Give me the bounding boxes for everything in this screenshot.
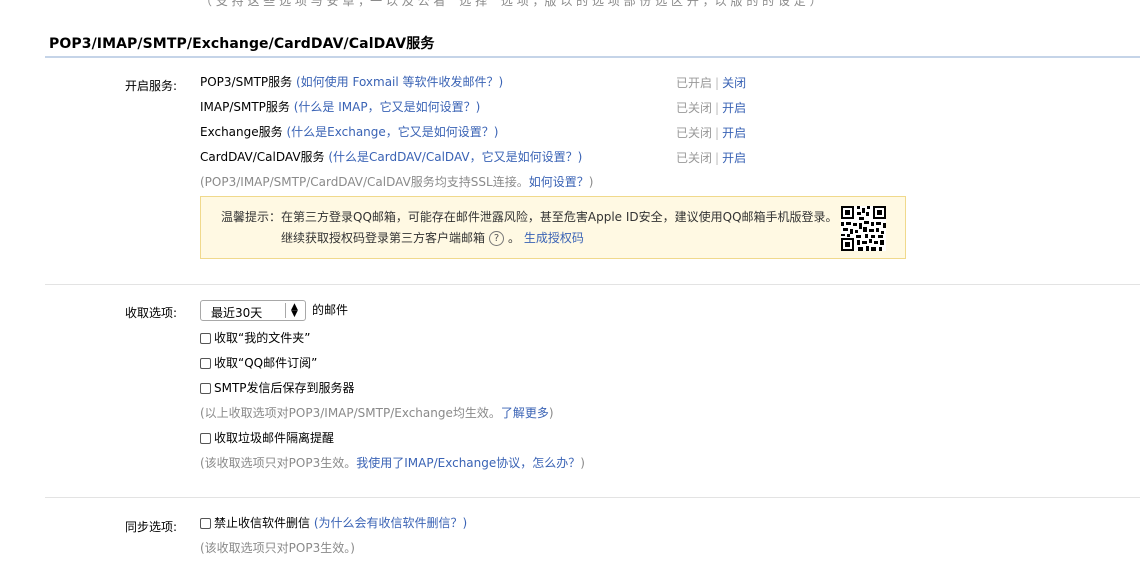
warning-line2: 继续获取授权码登录第三方客户端邮箱?。 生成授权码 xyxy=(281,231,584,246)
checkbox[interactable] xyxy=(200,358,211,369)
service-status-caldav: 已关闭 | 开启 xyxy=(676,151,747,165)
toggle-service-link[interactable]: 关闭 xyxy=(722,76,746,90)
services-label: 开启服务: xyxy=(125,79,178,93)
toggle-service-link[interactable]: 开启 xyxy=(722,126,746,140)
status-text: 已关闭 xyxy=(676,151,713,165)
receive-range-select[interactable]: 最近30天 ▲ ▼ xyxy=(200,300,306,321)
checkbox[interactable] xyxy=(200,383,211,394)
status-text: 已关闭 xyxy=(676,101,713,115)
sync-note: (该收取选项只对POP3生效。) xyxy=(200,541,355,555)
qr-code-icon xyxy=(841,206,886,251)
title-divider xyxy=(45,56,1140,58)
status-text: 已开启 xyxy=(676,76,713,90)
question-circle-icon[interactable]: ? xyxy=(489,231,505,246)
option-qq-subscriptions[interactable]: 收取“QQ邮件订阅” xyxy=(200,355,317,371)
ssl-note: (POP3/IMAP/SMTP/CardDAV/CalDAV服务均支持SSL连接… xyxy=(200,175,594,189)
service-help-link[interactable]: (什么是CardDAV/CalDAV，它又是如何设置？) xyxy=(328,150,582,164)
sync-label: 同步选项: xyxy=(125,520,178,534)
ssl-help-link[interactable]: 如何设置？ xyxy=(529,175,589,189)
service-help-link[interactable]: (如何使用 Foxmail 等软件收发邮件？) xyxy=(296,75,503,89)
no-delete-help-link[interactable]: (为什么会有收信软件删信？) xyxy=(314,516,467,530)
receive-range-suffix: 的邮件 xyxy=(312,303,349,317)
service-row-caldav: CardDAV/CalDAV服务 (什么是CardDAV/CalDAV，它又是如… xyxy=(200,149,582,165)
option-smtp-save[interactable]: SMTP发信后保存到服务器 xyxy=(200,380,355,396)
service-help-link[interactable]: (什么是 IMAP，它又是如何设置？) xyxy=(294,100,481,114)
option-spam-notice[interactable]: 收取垃圾邮件隔离提醒 xyxy=(200,430,334,446)
receive-note: (以上收取选项对POP3/IMAP/SMTP/Exchange均生效。了解更多) xyxy=(200,406,554,420)
imap-exchange-help-link[interactable]: 我使用了IMAP/Exchange协议，怎么办？ xyxy=(356,456,580,470)
updown-arrow-icon: ▲ ▼ xyxy=(291,302,298,319)
service-status-exchange: 已关闭 | 开启 xyxy=(676,126,747,140)
service-name: Exchange服务 xyxy=(200,125,283,139)
option-my-folders[interactable]: 收取“我的文件夹” xyxy=(200,330,310,346)
receive-range-value: 最近30天 xyxy=(211,306,263,320)
section-divider xyxy=(45,284,1140,285)
receive-label: 收取选项: xyxy=(125,306,178,320)
service-name: POP3/SMTP服务 xyxy=(200,75,293,89)
service-name: CardDAV/CalDAV服务 xyxy=(200,150,325,164)
learn-more-link[interactable]: 了解更多 xyxy=(501,406,549,420)
warning-text: 温馨提示：在第三方登录QQ邮箱，可能存在邮件泄露风险，甚至危害Apple ID安… xyxy=(221,210,838,224)
generate-auth-code-link[interactable]: 生成授权码 xyxy=(524,231,584,245)
top-cut-text: （ 支 持 这 些 选 项 与 安 卓 ，一 以 及 公 看 “ 选 择 ” 选… xyxy=(200,0,822,8)
service-status-pop3: 已开启 | 关闭 xyxy=(676,76,747,90)
section-divider xyxy=(45,497,1140,498)
service-row-pop3: POP3/SMTP服务 (如何使用 Foxmail 等软件收发邮件？) xyxy=(200,74,503,90)
pop3-note: (该收取选项只对POP3生效。我使用了IMAP/Exchange协议，怎么办？) xyxy=(200,456,585,470)
select-divider xyxy=(285,303,286,318)
section-title: POP3/IMAP/SMTP/Exchange/CardDAV/CalDAV服务 xyxy=(49,36,435,52)
service-row-exchange: Exchange服务 (什么是Exchange，它又是如何设置？) xyxy=(200,124,498,140)
service-name: IMAP/SMTP服务 xyxy=(200,100,290,114)
service-row-imap: IMAP/SMTP服务 (什么是 IMAP，它又是如何设置？) xyxy=(200,99,480,115)
checkbox[interactable] xyxy=(200,433,211,444)
security-warning-box: 温馨提示：在第三方登录QQ邮箱，可能存在邮件泄露风险，甚至危害Apple ID安… xyxy=(200,196,906,259)
service-help-link[interactable]: (什么是Exchange，它又是如何设置？) xyxy=(286,125,498,139)
status-text: 已关闭 xyxy=(676,126,713,140)
option-no-delete[interactable]: 禁止收信软件删信 (为什么会有收信软件删信？) xyxy=(200,515,467,531)
checkbox[interactable] xyxy=(200,518,211,529)
toggle-service-link[interactable]: 开启 xyxy=(722,151,746,165)
toggle-service-link[interactable]: 开启 xyxy=(722,101,746,115)
service-status-imap: 已关闭 | 开启 xyxy=(676,101,747,115)
checkbox[interactable] xyxy=(200,333,211,344)
